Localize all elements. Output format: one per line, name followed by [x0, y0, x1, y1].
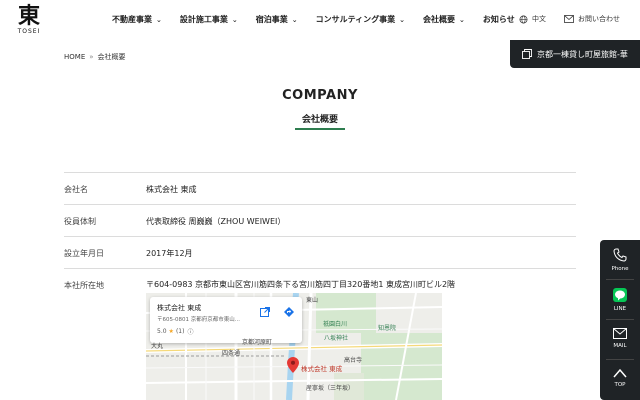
map-label-kawaramachi: 京都河原町	[242, 339, 273, 346]
divider	[606, 359, 634, 360]
logo-text: TOSEI	[17, 28, 41, 35]
divider	[606, 319, 634, 320]
mail-icon	[564, 15, 574, 23]
row-label: 会社名	[64, 185, 88, 194]
breadcrumb-separator: »	[89, 53, 94, 61]
nav-item-label: 不動産事業	[112, 15, 152, 24]
breadcrumb: HOME » 会社概要	[64, 52, 126, 62]
nav-item-label: お知らせ	[482, 15, 515, 24]
nav-item-consulting[interactable]: コンサルティング事業 ⌄	[316, 14, 405, 25]
language-label: 中文	[532, 15, 546, 23]
row-label: 設立年月日	[64, 249, 104, 258]
nav-item-label: 宿泊事業	[255, 15, 288, 24]
table-row: 設立年月日 2017年12月	[64, 236, 576, 268]
map-label-pin: 株式会社 東成	[301, 365, 343, 373]
map-label-higashiyama: 東山	[306, 297, 319, 304]
star-icon: ★	[168, 328, 174, 335]
site-header: 東 TOSEI 不動産事業 ⌄ 設計施工事業 ⌄ 宿泊事業 ⌄ コンサルティング事業 ⌄…	[0, 0, 640, 40]
place-rating: 5.0 ★ (1) ⓘ	[157, 327, 193, 336]
row-label: 役員体制	[64, 217, 96, 226]
breadcrumb-current: 会社概要	[97, 53, 126, 61]
contact-label: お問い合わせ	[578, 15, 620, 23]
mail-label: MAIL	[613, 343, 627, 349]
divider	[606, 279, 634, 280]
nav-item-label: コンサルティング事業	[315, 15, 396, 24]
booking-label: 京都一棟貸し町屋旅館-華	[537, 49, 628, 59]
chevron-down-icon: ⌄	[399, 15, 406, 24]
map-label-kodaiji: 高台寺	[344, 357, 363, 364]
row-value: 株式会社 東成	[146, 185, 197, 194]
map-label-chionin: 知恩院	[378, 325, 397, 332]
line-label: LINE	[613, 306, 627, 312]
map-label-gion-shirakawa: 祇園白川	[323, 321, 348, 328]
table-row: 役員体制 代表取締役 周巍巍（ZHOU WEIWEI）	[64, 204, 576, 236]
mail-button[interactable]: MAIL	[600, 328, 640, 349]
phone-label: Phone	[611, 266, 629, 272]
mail-icon	[613, 328, 627, 339]
row-value: 〒604-0983 京都市東山区宮川筋四条下る宮川筋四丁目320番地1 東成宮川…	[146, 280, 456, 289]
contact-link[interactable]: お問い合わせ	[564, 14, 620, 24]
embedded-map[interactable]: 株式会社 東成 〒605-0801 京都府京都市東山... 5.0 ★ (1) …	[146, 293, 442, 400]
chevron-down-icon: ⌄	[459, 15, 465, 24]
breadcrumb-home[interactable]: HOME	[64, 53, 85, 61]
nav-item-label: 会社概要	[423, 15, 456, 24]
copy-icon	[522, 49, 532, 59]
rating-value: 5.0	[157, 328, 167, 335]
nav-item-design-construction[interactable]: 設計施工事業 ⌄	[180, 14, 238, 25]
row-value: 代表取締役 周巍巍（ZHOU WEIWEI）	[146, 217, 286, 226]
map-label-daimaru: 大丸	[151, 343, 164, 350]
nav-item-label: 設計施工事業	[179, 15, 228, 24]
table-row: 会社名 株式会社 東成	[64, 172, 576, 204]
page-subtitle: 会社概要	[301, 115, 338, 125]
page-title: COMPANY	[282, 88, 358, 103]
open-in-maps-icon[interactable]	[260, 307, 270, 317]
row-label: 本社所在地	[64, 281, 104, 290]
place-address: 〒605-0801 京都府京都市東山...	[157, 317, 240, 323]
nav-item-news[interactable]: お知らせ	[483, 14, 515, 25]
map-label-shijo: 四条通	[222, 350, 241, 357]
title-underline	[295, 128, 345, 130]
chevron-down-icon: ⌄	[156, 15, 162, 24]
chevron-up-icon	[613, 368, 627, 378]
directions-icon[interactable]	[284, 307, 294, 317]
nav-item-lodging[interactable]: 宿泊事業 ⌄	[256, 14, 298, 25]
phone-icon	[613, 248, 627, 262]
info-icon[interactable]: ⓘ	[187, 327, 193, 336]
language-switch[interactable]: 中文	[519, 14, 546, 24]
place-name: 株式会社 東成	[157, 304, 202, 312]
back-to-top-button[interactable]: TOP	[600, 368, 640, 388]
nav-item-real-estate[interactable]: 不動産事業 ⌄	[112, 14, 162, 25]
site-logo[interactable]: 東 TOSEI	[14, 4, 44, 36]
globe-icon	[519, 15, 528, 23]
booking-tab[interactable]: 京都一棟貸し町屋旅館-華	[510, 40, 640, 68]
map-label-yasaka: 八坂神社	[324, 335, 349, 342]
floating-action-bar: Phone LINE MAIL TOP	[600, 240, 640, 400]
row-value: 2017年12月	[146, 249, 193, 258]
location-pin-icon[interactable]	[287, 357, 299, 373]
map-label-sannenzaka: 産寧坂（三年坂）	[306, 385, 355, 392]
map-place-card[interactable]: 株式会社 東成 〒605-0801 京都府京都市東山... 5.0 ★ (1) …	[150, 297, 302, 343]
chevron-down-icon: ⌄	[291, 15, 298, 24]
logo-mark: 東	[17, 3, 40, 29]
chevron-down-icon: ⌄	[231, 15, 238, 24]
nav-item-company[interactable]: 会社概要 ⌄	[423, 14, 465, 25]
line-button[interactable]: LINE	[600, 288, 640, 312]
top-label: TOP	[614, 382, 626, 388]
review-count: (1)	[175, 328, 185, 335]
line-icon	[613, 288, 627, 302]
phone-button[interactable]: Phone	[600, 248, 640, 272]
main-nav: 不動産事業 ⌄ 設計施工事業 ⌄ 宿泊事業 ⌄ コンサルティング事業 ⌄ 会社概要 ⌄ お…	[112, 14, 515, 25]
